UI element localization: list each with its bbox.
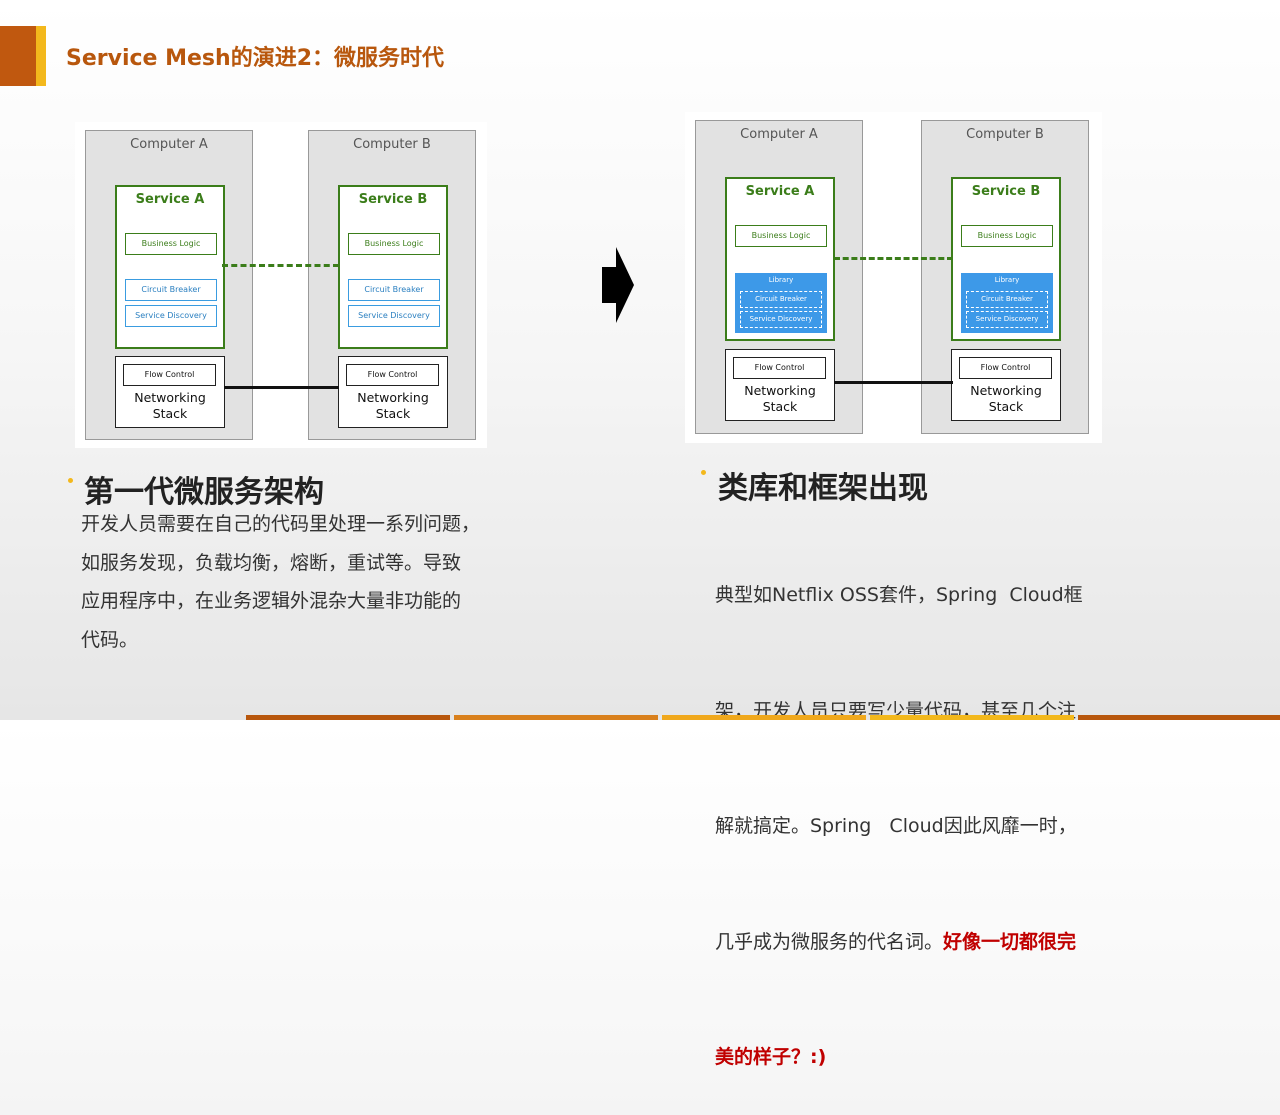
right-paragraph-line: 架，开发人员只要写少量代码，甚至几个注: [715, 699, 1077, 722]
computer-b-label: Computer B: [353, 137, 431, 152]
business-logic-box: Business Logic: [348, 233, 440, 255]
business-logic-box: Business Logic: [735, 225, 827, 247]
service-discovery-box: Service Discovery: [348, 305, 440, 327]
circuit-breaker-box: Circuit Breaker: [740, 291, 822, 308]
circuit-breaker-box: Circuit Breaker: [348, 279, 440, 301]
right-paragraph-line-with-highlight: 几乎成为微服务的代名词。好像一切都很完: [715, 923, 1135, 962]
right-paragraph-line: 典型如Netflix OSS套件，Spring Cloud框: [715, 584, 1083, 606]
library-box: Library Circuit Breaker Service Discover…: [961, 273, 1053, 333]
logical-link-dashed: [834, 257, 953, 260]
circuit-breaker-box: Circuit Breaker: [125, 279, 217, 301]
service-a-box: Service A Business Logic Library Circuit…: [725, 177, 835, 341]
logical-link-dashed: [222, 264, 339, 267]
computer-b-box: Computer B Service B Business Logic Circ…: [308, 130, 476, 440]
diagram-first-generation: Computer A Service A Business Logic Circ…: [75, 122, 487, 448]
service-a-box: Service A Business Logic Circuit Breaker…: [115, 185, 225, 349]
networking-stack-label: Networking Stack: [357, 390, 429, 421]
left-paragraph-line: 如服务发现，负载均衡，熔断，重试等。导致: [81, 551, 462, 574]
footer-stripe: [662, 715, 866, 720]
network-link-solid: [224, 386, 339, 389]
flow-control-box: Flow Control: [123, 364, 216, 386]
right-paragraph-line: 解就搞定。Spring Cloud因此风靡一时，: [715, 815, 1077, 837]
title-accent-bar: [0, 26, 36, 86]
networking-stack-box: Flow Control Networking Stack: [115, 356, 225, 428]
footer-stripe: [1078, 715, 1280, 720]
service-discovery-box: Service Discovery: [740, 311, 822, 328]
computer-a-box: Computer A Service A Business Logic Libr…: [695, 120, 863, 434]
flow-control-box: Flow Control: [733, 357, 826, 379]
service-a-label: Service A: [745, 184, 815, 199]
right-paragraph-line: 几乎成为微服务的代名词。: [715, 930, 944, 953]
business-logic-box: Business Logic: [125, 233, 217, 255]
left-paragraph: 开发人员需要在自己的代码里处理一系列问题， 如服务发现，负载均衡，熔断，重试等。…: [81, 505, 541, 659]
networking-stack-label: Networking Stack: [744, 383, 816, 414]
bullet-icon: [68, 478, 73, 483]
right-paragraph: 典型如Netflix OSS套件，Spring Cloud框 架，开发人员只要写…: [715, 499, 1135, 1115]
service-b-box: Service B Business Logic Circuit Breaker…: [338, 185, 448, 349]
networking-stack-label: Networking Stack: [134, 390, 206, 421]
service-a-label: Service A: [135, 192, 205, 207]
networking-stack-box: Flow Control Networking Stack: [951, 349, 1061, 421]
footer-stripe: [454, 715, 658, 720]
computer-a-label: Computer A: [130, 137, 208, 152]
networking-stack-label: Networking Stack: [970, 383, 1042, 414]
service-b-box: Service B Business Logic Library Circuit…: [951, 177, 1061, 341]
library-box: Library Circuit Breaker Service Discover…: [735, 273, 827, 333]
computer-a-label: Computer A: [740, 127, 818, 142]
flow-control-box: Flow Control: [959, 357, 1052, 379]
slide-title: Service Mesh的演进2：微服务时代: [66, 46, 444, 71]
service-b-label: Service B: [971, 184, 1041, 199]
library-label: Library: [768, 276, 794, 284]
bullet-icon: [701, 470, 706, 475]
network-link-solid: [834, 381, 953, 384]
title-accent-stripe: [36, 26, 46, 86]
service-b-label: Service B: [358, 192, 428, 207]
library-label: Library: [994, 276, 1020, 284]
footer-stripe: [246, 715, 450, 720]
computer-a-box: Computer A Service A Business Logic Circ…: [85, 130, 253, 440]
circuit-breaker-box: Circuit Breaker: [966, 291, 1048, 308]
diagram-library-framework: Computer A Service A Business Logic Libr…: [685, 112, 1102, 443]
service-discovery-box: Service Discovery: [125, 305, 217, 327]
left-paragraph-line: 应用程序中，在业务逻辑外混杂大量非功能的: [81, 590, 462, 612]
networking-stack-box: Flow Control Networking Stack: [725, 349, 835, 421]
computer-b-label: Computer B: [966, 127, 1044, 142]
footer-stripe: [870, 715, 1074, 720]
highlight-text: 美的样子？:): [715, 1046, 827, 1068]
flow-control-box: Flow Control: [346, 364, 439, 386]
computer-b-box: Computer B Service B Business Logic Libr…: [921, 120, 1089, 434]
highlight-text: 好像一切都很完: [943, 930, 1077, 953]
business-logic-box: Business Logic: [961, 225, 1053, 247]
left-paragraph-line: 开发人员需要在自己的代码里处理一系列问题，: [81, 513, 481, 535]
service-discovery-box: Service Discovery: [966, 311, 1048, 328]
right-arrow-icon: [602, 247, 634, 323]
networking-stack-box: Flow Control Networking Stack: [338, 356, 448, 428]
left-paragraph-line: 代码。: [81, 628, 139, 651]
